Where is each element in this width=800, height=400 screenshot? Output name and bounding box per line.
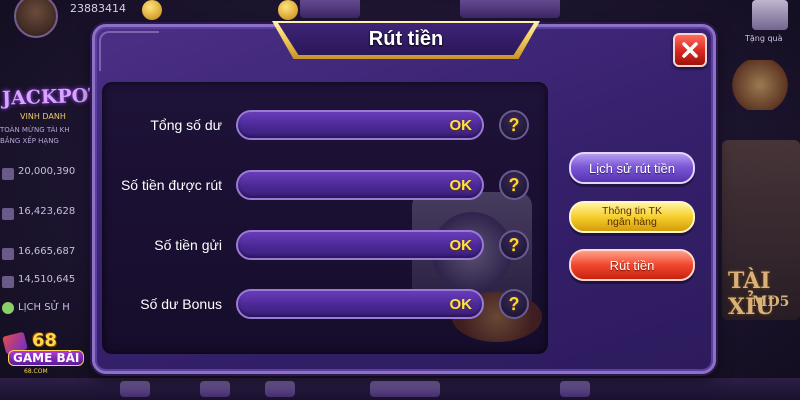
bonus-balance-label: Số dư Bonus [140, 296, 222, 312]
bank-account-info-button[interactable]: Thông tin TK ngân hàng [569, 201, 695, 233]
player-avatar[interactable] [14, 0, 58, 38]
withdraw-history-button[interactable]: Lịch sử rút tiền [569, 152, 695, 184]
bottom-bar-item[interactable] [120, 381, 150, 397]
deposit-amount-label: Số tiền gửi [154, 237, 222, 253]
total-balance-help-button[interactable]: ? [499, 110, 529, 140]
game-card-subtitle: MD5 [752, 294, 790, 310]
player-id: 23883414 [70, 2, 126, 15]
leaderboard-score: 16,665,687 [18, 246, 76, 257]
total-balance-label: Tổng số dư [150, 117, 222, 133]
logo-number: 68 [32, 330, 58, 351]
bonus-balance-field: OK [236, 289, 484, 319]
withdraw-button[interactable]: Rút tiền [569, 249, 695, 281]
leaderboard-score: 14,510,645 [18, 274, 76, 285]
coin-icon [142, 0, 162, 20]
question-icon: ? [508, 174, 520, 195]
bank-info-label-line2: ngân hàng [607, 216, 657, 228]
safe-illustration [392, 182, 548, 354]
close-button[interactable] [673, 33, 707, 67]
deposit-amount-value: OK [449, 236, 473, 254]
deposit-amount-help-button[interactable]: ? [499, 230, 529, 260]
total-balance-field: OK [236, 110, 484, 140]
bottom-bar-item[interactable] [560, 381, 590, 397]
bottom-bar-item[interactable] [370, 381, 440, 397]
close-icon [682, 42, 698, 58]
bottom-bar-item[interactable] [200, 381, 230, 397]
history-link[interactable]: LỊCH SỬ H [18, 302, 70, 313]
deposit-amount-field: OK [236, 230, 484, 260]
bonus-balance-value: OK [449, 295, 473, 313]
score-icon [2, 276, 14, 288]
leaderboard-score: 20,000,390 [18, 166, 76, 177]
top-bar-button[interactable] [300, 0, 360, 18]
game-logo: 68 GAME BÀI 68.COM [2, 330, 86, 378]
score-icon [2, 248, 14, 260]
withdrawable-amount-field: OK [236, 170, 484, 200]
question-icon: ? [508, 234, 520, 255]
vinh-danh-subtitle: TOÀN MỪNG TÀI KH [0, 126, 70, 134]
bonus-balance-help-button[interactable]: ? [499, 289, 529, 319]
top-bar-button[interactable] [460, 0, 560, 18]
coin-icon [278, 0, 298, 20]
dialog-title: Rút tiền [368, 27, 444, 50]
question-icon: ? [508, 114, 520, 135]
withdrawable-amount-label: Số tiền được rút [120, 177, 222, 193]
gift-label: Tặng quà [745, 34, 783, 43]
dice-icon [730, 60, 790, 110]
withdraw-button-label: Rút tiền [609, 257, 655, 273]
bottom-bar-item[interactable] [265, 381, 295, 397]
withdrawable-amount-help-button[interactable]: ? [499, 170, 529, 200]
question-icon: ? [508, 293, 520, 314]
vinh-danh-title: VINH DANH [20, 112, 66, 121]
leaderboard-label: BẢNG XẾP HẠNG [0, 137, 59, 145]
gift-icon[interactable] [752, 0, 788, 30]
total-balance-value: OK [449, 116, 473, 134]
withdrawable-amount-value: OK [449, 176, 473, 194]
logo-text: GAME BÀI [8, 350, 85, 366]
leaderboard-score: 16,423,628 [18, 206, 76, 217]
jackpot-title: JACKPOT [1, 84, 103, 110]
withdraw-history-label: Lịch sử rút tiền [588, 160, 676, 176]
logo-subtext: 68.COM [24, 368, 48, 375]
score-icon [2, 208, 14, 220]
score-icon [2, 168, 14, 180]
history-icon [2, 302, 14, 314]
